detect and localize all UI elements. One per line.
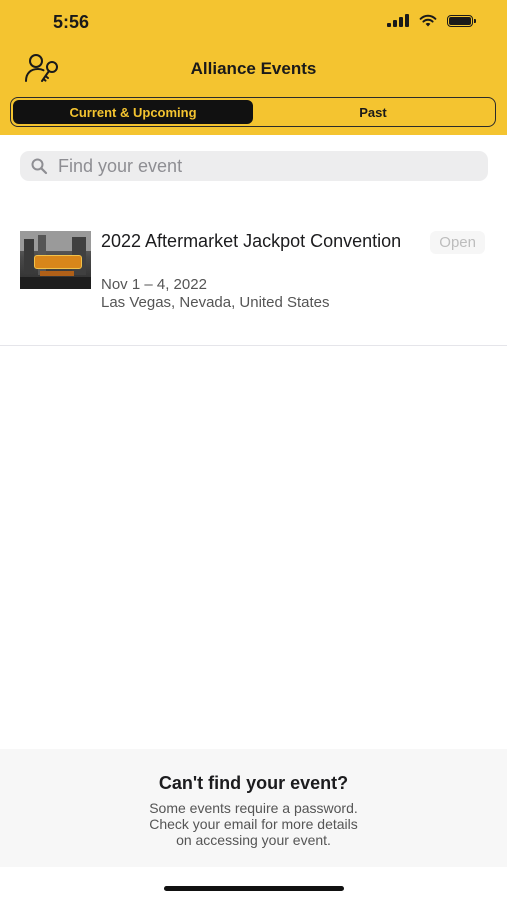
footer-line: Check your email for more details (149, 816, 358, 832)
event-thumbnail-image (20, 231, 91, 289)
status-time: 5:56 (53, 12, 90, 32)
footer-description: Some events require a password. Check yo… (0, 800, 507, 848)
tab-past[interactable]: Past (253, 100, 493, 124)
signal-icon (387, 14, 409, 27)
search-input[interactable] (56, 154, 460, 178)
search-icon (31, 158, 48, 175)
home-indicator[interactable] (164, 886, 344, 891)
app-header: 5:56 Alliance Events Current & Upcoming … (0, 0, 507, 135)
event-title: 2022 Aftermarket Jackpot Convention (101, 231, 402, 251)
page-title: Alliance Events (190, 59, 317, 78)
help-footer: Can't find your event? Some events requi… (0, 749, 507, 867)
wifi-icon (419, 14, 437, 27)
tab-current-upcoming[interactable]: Current & Upcoming (13, 100, 253, 124)
footer-title: Can't find your event? (158, 773, 349, 793)
status-icons (387, 14, 476, 27)
event-location: Las Vegas, Nevada, United States (101, 294, 330, 311)
event-list-item[interactable]: 2022 Aftermarket Jackpot Convention Nov … (0, 217, 507, 346)
footer-line: on accessing your event. (176, 832, 331, 848)
event-filter-segmented-control[interactable]: Current & Upcoming Past (10, 97, 496, 127)
event-date: Nov 1 – 4, 2022 (101, 276, 207, 293)
search-bar[interactable] (20, 151, 488, 181)
battery-icon (447, 14, 476, 27)
event-status-badge: Open (430, 231, 485, 254)
footer-line: Some events require a password. (149, 800, 358, 816)
